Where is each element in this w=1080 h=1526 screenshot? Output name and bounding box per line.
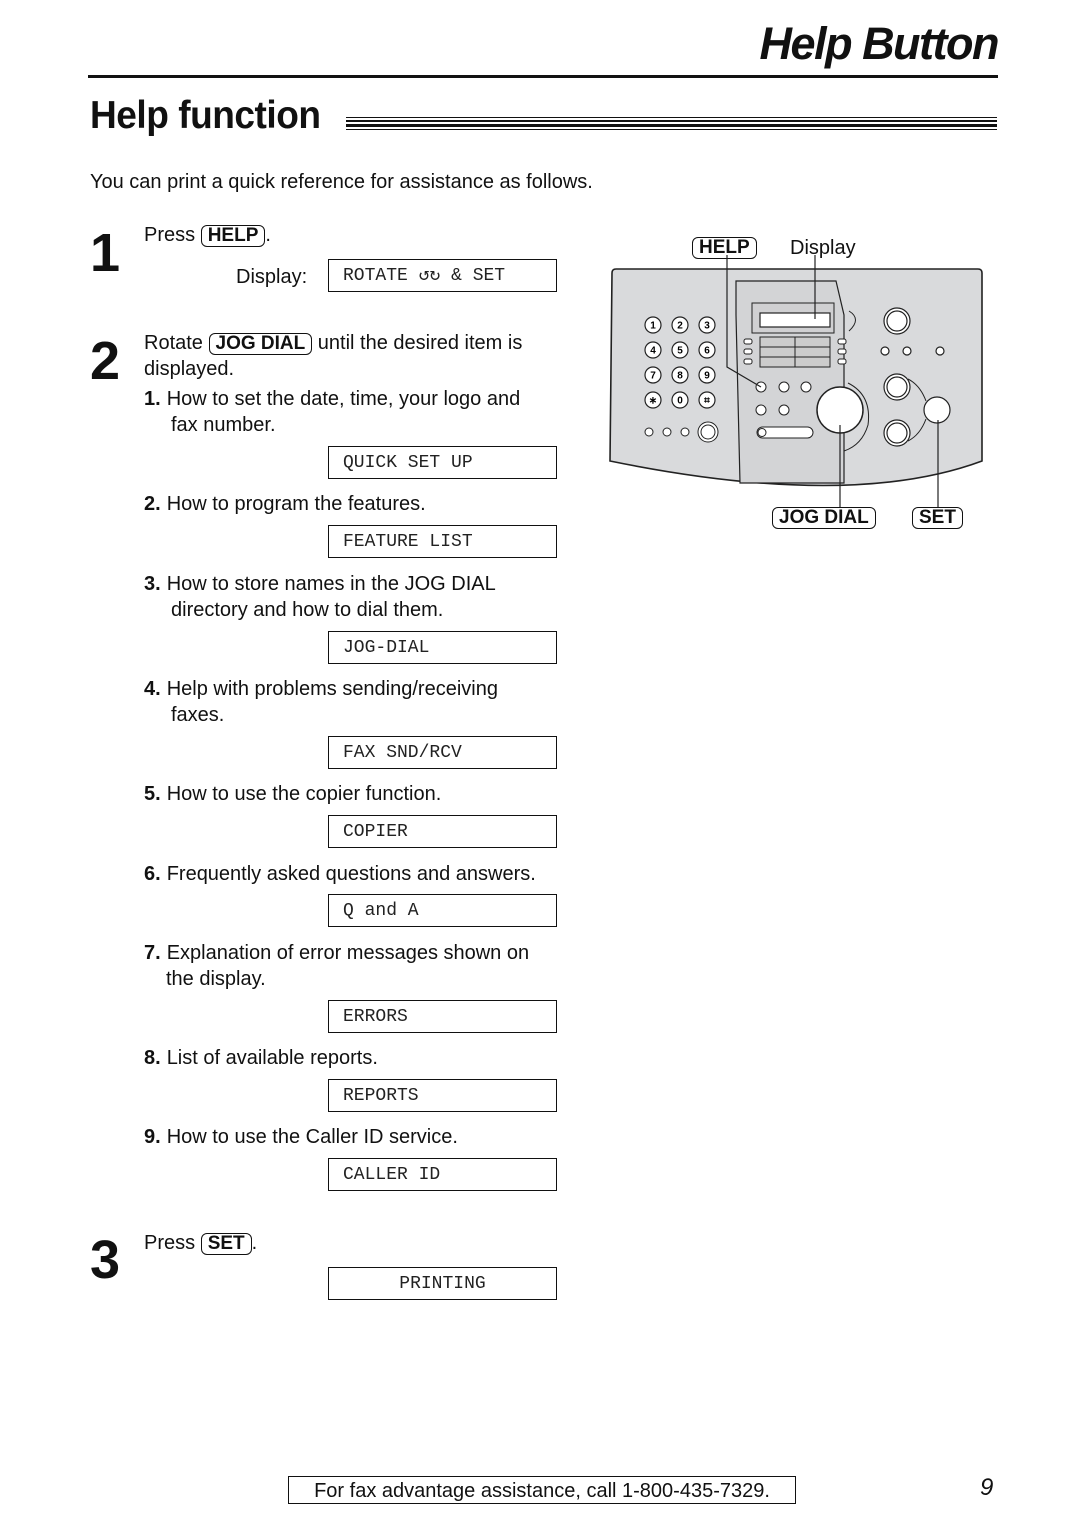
- item-number: 8.: [144, 1047, 161, 1069]
- one-touch-grid: [759, 336, 831, 368]
- lcd-printing: PRINTING: [328, 1267, 557, 1300]
- step-2-line2: displayed.: [144, 358, 235, 380]
- list-item: 9. How to use the Caller ID service.: [144, 1124, 564, 1150]
- keypad-key-label: 7: [650, 371, 656, 382]
- list-item: 4. Help with problems sending/receiving fa…: [144, 676, 564, 728]
- keypad-key-label: 4: [650, 346, 656, 357]
- display-label: Display:: [236, 266, 308, 288]
- keypad-key-label: 0: [677, 396, 683, 407]
- step-3-suffix: .: [251, 1232, 258, 1254]
- lcd-reports: REPORTS: [328, 1079, 557, 1112]
- lcd-q-and-a: Q and A: [328, 894, 557, 927]
- item-text: How to program the features.: [166, 493, 426, 515]
- step-2-text: Rotate JOG DIAL until the desired item i…: [144, 330, 574, 382]
- lcd-fax-snd-rcv: FAX SND/RCV: [328, 736, 557, 769]
- step-1-suffix: .: [265, 224, 271, 246]
- item-text-cont: fax number.: [171, 414, 276, 436]
- item-text: How to use the copier function.: [166, 783, 442, 805]
- fax-control-panel-diagram: 1 2 3 4 5 6 7 8 9 ∗ 0 ⌗: [609, 255, 983, 507]
- keypad-key-label: 9: [704, 371, 710, 382]
- step-2-suffix: until the desired item is: [317, 332, 523, 354]
- set-key-label: SET: [912, 507, 963, 529]
- keypad-key-label: 2: [677, 321, 683, 332]
- page-header-title: Help Button: [759, 18, 1000, 69]
- list-item: 8. List of available reports.: [144, 1045, 564, 1071]
- item-text: Explanation of error messages shown on: [166, 942, 530, 964]
- item-number: 2.: [144, 493, 161, 515]
- item-text-cont: faxes.: [171, 704, 225, 726]
- step-number-2: 2: [90, 331, 121, 391]
- footer-assistance: For fax advantage assistance, call 1-800…: [288, 1476, 796, 1504]
- step-1-text: Press HELP.: [144, 222, 271, 248]
- lcd-errors: ERRORS: [328, 1000, 557, 1033]
- item-number: 3.: [144, 573, 161, 595]
- keypad-key-label: 1: [650, 321, 656, 332]
- keypad-key-label: 5: [677, 346, 683, 357]
- jog-dial-key-label: JOG DIAL: [772, 507, 876, 529]
- keypad-key-label: 3: [704, 321, 710, 332]
- set-key: SET: [200, 1233, 252, 1255]
- list-item: 3. How to store names in the JOG DIAL dire…: [144, 571, 564, 623]
- lcd-caller-id: CALLER ID: [328, 1158, 557, 1191]
- page-number: 9: [980, 1474, 994, 1501]
- keypad-key-label: ∗: [649, 396, 657, 407]
- item-text: How to set the date, time, your logo and: [166, 388, 521, 410]
- lcd-display: [759, 312, 831, 328]
- header-rule: [88, 75, 998, 78]
- intro-text: You can print a quick reference for assi…: [90, 171, 593, 193]
- title-decoration-lines: [346, 117, 997, 131]
- item-number: 1.: [144, 388, 161, 410]
- lcd-quick-set-up: QUICK SET UP: [328, 446, 557, 479]
- list-item: 1. How to set the date, time, your logo a…: [144, 386, 564, 438]
- section-title: Help function: [90, 94, 321, 137]
- item-number: 6.: [144, 863, 161, 885]
- item-text-cont: directory and how to dial them.: [171, 599, 444, 621]
- item-number: 9.: [144, 1126, 161, 1148]
- item-text-cont: the display.: [166, 968, 266, 990]
- item-number: 7.: [144, 942, 161, 964]
- step-3-prefix: Press: [144, 1232, 196, 1254]
- step-3-text: Press SET.: [144, 1230, 257, 1256]
- lcd-rotate-set: ROTATE ↺↻ & SET: [328, 259, 557, 292]
- keypad-key-label: 8: [677, 371, 683, 382]
- item-text: How to use the Caller ID service.: [166, 1126, 458, 1148]
- list-item: 5. How to use the copier function.: [144, 781, 564, 807]
- lcd-jog-dial: JOG-DIAL: [328, 631, 557, 664]
- item-number: 5.: [144, 783, 161, 805]
- list-item: 7. Explanation of error messages shown on…: [144, 940, 564, 992]
- jog-dial-key: JOG DIAL: [208, 333, 313, 355]
- lcd-copier: COPIER: [328, 815, 557, 848]
- lcd-feature-list: FEATURE LIST: [328, 525, 557, 558]
- step-2-prefix: Rotate: [144, 332, 203, 354]
- step-1-prefix: Press: [144, 224, 196, 246]
- set-button: [923, 396, 951, 424]
- step-number-3: 3: [90, 1230, 121, 1290]
- item-text: Frequently asked questions and answers.: [166, 863, 536, 885]
- item-text: List of available reports.: [166, 1047, 378, 1069]
- keypad-key-label: ⌗: [703, 396, 710, 407]
- item-text: Help with problems sending/receiving: [166, 678, 498, 700]
- item-number: 4.: [144, 678, 161, 700]
- list-item: 2. How to program the features.: [144, 491, 564, 517]
- list-item: 6. Frequently asked questions and answers…: [144, 861, 564, 887]
- step-number-1: 1: [90, 223, 121, 283]
- keypad-key-label: 6: [704, 346, 710, 357]
- item-text: How to store names in the JOG DIAL: [166, 573, 496, 595]
- help-key: HELP: [200, 225, 266, 247]
